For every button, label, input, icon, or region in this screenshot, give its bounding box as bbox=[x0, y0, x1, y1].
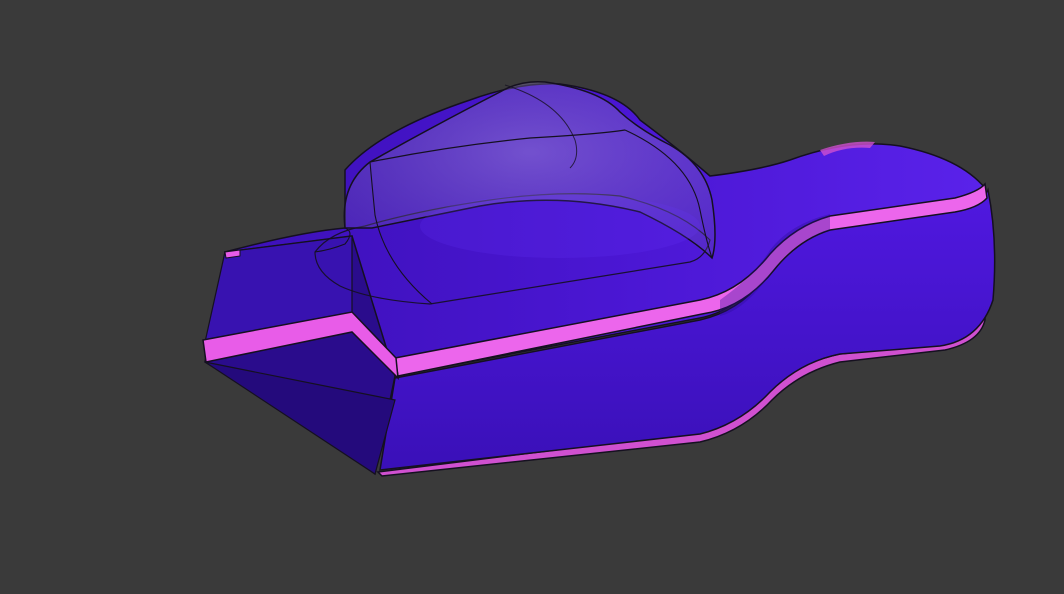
top-highlight bbox=[420, 194, 700, 258]
3d-viewport[interactable] bbox=[0, 0, 1064, 594]
top-left-accent bbox=[224, 249, 241, 259]
model-render[interactable] bbox=[0, 0, 1064, 594]
